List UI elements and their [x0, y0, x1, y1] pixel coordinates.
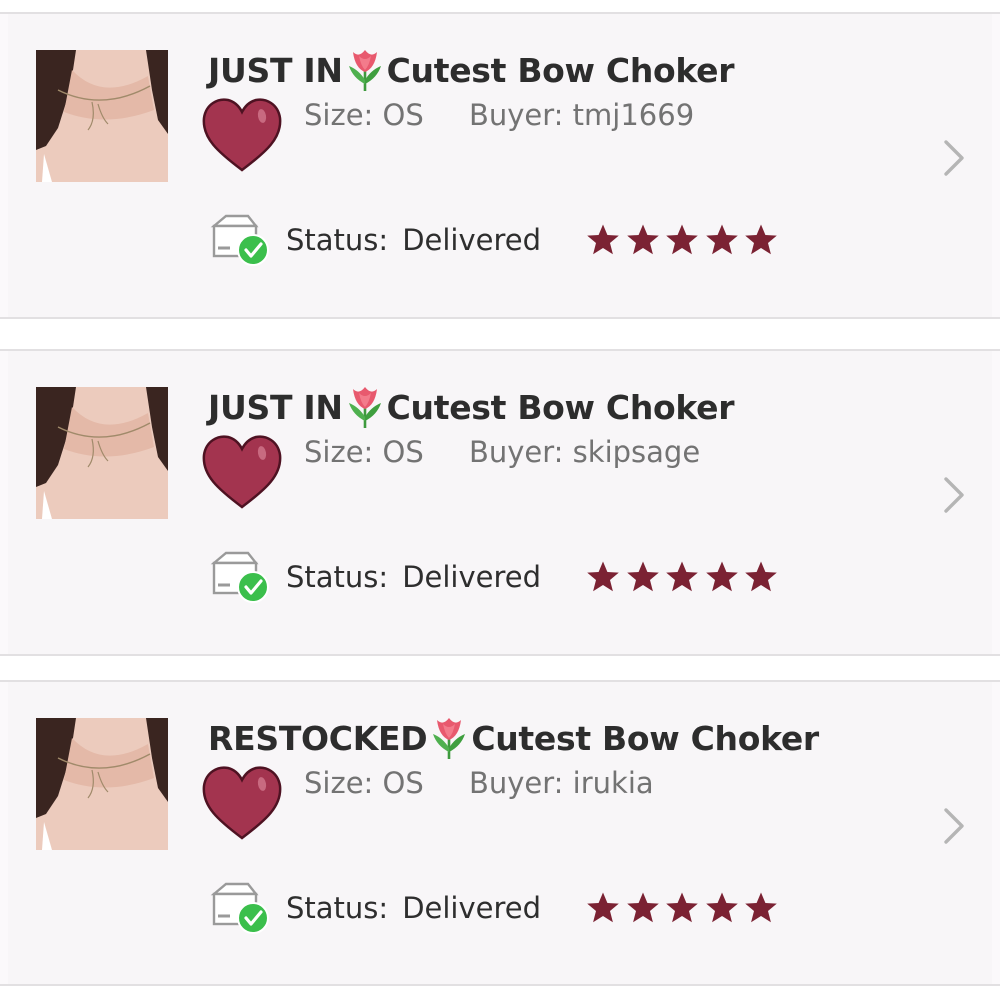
status-value: Delivered: [402, 223, 542, 257]
order-meta: Size: OS Buyer: skipsage: [304, 435, 700, 469]
star-icon: [665, 560, 699, 594]
delivered-box-check-icon: [208, 212, 270, 268]
status-text: Status: Delivered: [286, 560, 576, 594]
buyer-label: Buyer: tmj1669: [468, 98, 695, 132]
star-icon: [744, 223, 778, 257]
delivered-box-check-icon: [208, 880, 270, 936]
size-label: Size: OS: [304, 435, 424, 469]
rating-stars: [586, 223, 784, 257]
status-row: Status: Delivered: [208, 880, 784, 936]
red-heart-emoji-icon: [200, 431, 284, 511]
star-icon: [586, 560, 620, 594]
title-suffix: Cutest Bow Choker: [386, 50, 735, 90]
tulip-emoji-icon: [345, 385, 385, 429]
star-icon: [626, 891, 660, 925]
list-separator: [0, 986, 1000, 1000]
order-card[interactable]: JUST IN Cutest Bow Choker Size: OS Buyer…: [8, 351, 992, 654]
order-card[interactable]: RESTOCKED Cutest Bow Choker Size: OS Buy…: [8, 682, 992, 984]
rating-stars: [586, 891, 784, 925]
listing-title[interactable]: RESTOCKED Cutest Bow Choker: [208, 716, 819, 760]
buyer-label: Buyer: irukia: [468, 766, 654, 800]
listing-title[interactable]: JUST IN Cutest Bow Choker: [208, 385, 735, 429]
title-suffix: Cutest Bow Choker: [471, 718, 819, 758]
order-meta: Size: OS Buyer: irukia: [304, 766, 654, 800]
product-thumbnail: [36, 387, 168, 519]
chevron-right-icon[interactable]: [938, 804, 968, 848]
order-meta: Size: OS Buyer: tmj1669: [304, 98, 694, 132]
product-thumbnail: [36, 50, 168, 182]
chevron-right-icon[interactable]: [938, 473, 968, 517]
status-text: Status: Delivered: [286, 223, 576, 257]
title-prefix: RESTOCKED: [208, 718, 428, 758]
star-icon: [705, 891, 739, 925]
tulip-emoji-icon: [429, 716, 469, 760]
status-label: Status:: [286, 223, 389, 257]
rating-stars: [586, 560, 784, 594]
list-separator: [0, 319, 1000, 349]
chevron-right-icon[interactable]: [938, 136, 968, 180]
list-separator: [0, 0, 1000, 12]
star-icon: [705, 223, 739, 257]
red-heart-emoji-icon: [200, 94, 284, 174]
list-separator: [0, 656, 1000, 680]
status-value: Delivered: [402, 560, 542, 594]
delivered-box-check-icon: [208, 549, 270, 605]
star-icon: [626, 223, 660, 257]
listing-title[interactable]: JUST IN Cutest Bow Choker: [208, 48, 735, 92]
order-card[interactable]: JUST IN Cutest Bow Choker Size: OS Buyer…: [8, 14, 992, 317]
title-prefix: JUST IN: [208, 50, 343, 90]
order-list: JUST IN Cutest Bow Choker Size: OS Buyer…: [0, 0, 1000, 1000]
status-value: Delivered: [402, 891, 542, 925]
star-icon: [586, 891, 620, 925]
status-label: Status:: [286, 891, 389, 925]
title-suffix: Cutest Bow Choker: [386, 387, 735, 427]
star-icon: [744, 891, 778, 925]
status-text: Status: Delivered: [286, 891, 576, 925]
star-icon: [665, 891, 699, 925]
star-icon: [626, 560, 660, 594]
status-label: Status:: [286, 560, 389, 594]
status-row: Status: Delivered: [208, 549, 784, 605]
product-thumbnail: [36, 718, 168, 850]
size-label: Size: OS: [304, 98, 424, 132]
red-heart-emoji-icon: [200, 762, 284, 842]
tulip-emoji-icon: [345, 48, 385, 92]
star-icon: [586, 223, 620, 257]
buyer-label: Buyer: skipsage: [468, 435, 701, 469]
star-icon: [705, 560, 739, 594]
status-row: Status: Delivered: [208, 212, 784, 268]
star-icon: [665, 223, 699, 257]
title-prefix: JUST IN: [208, 387, 343, 427]
size-label: Size: OS: [304, 766, 424, 800]
star-icon: [744, 560, 778, 594]
